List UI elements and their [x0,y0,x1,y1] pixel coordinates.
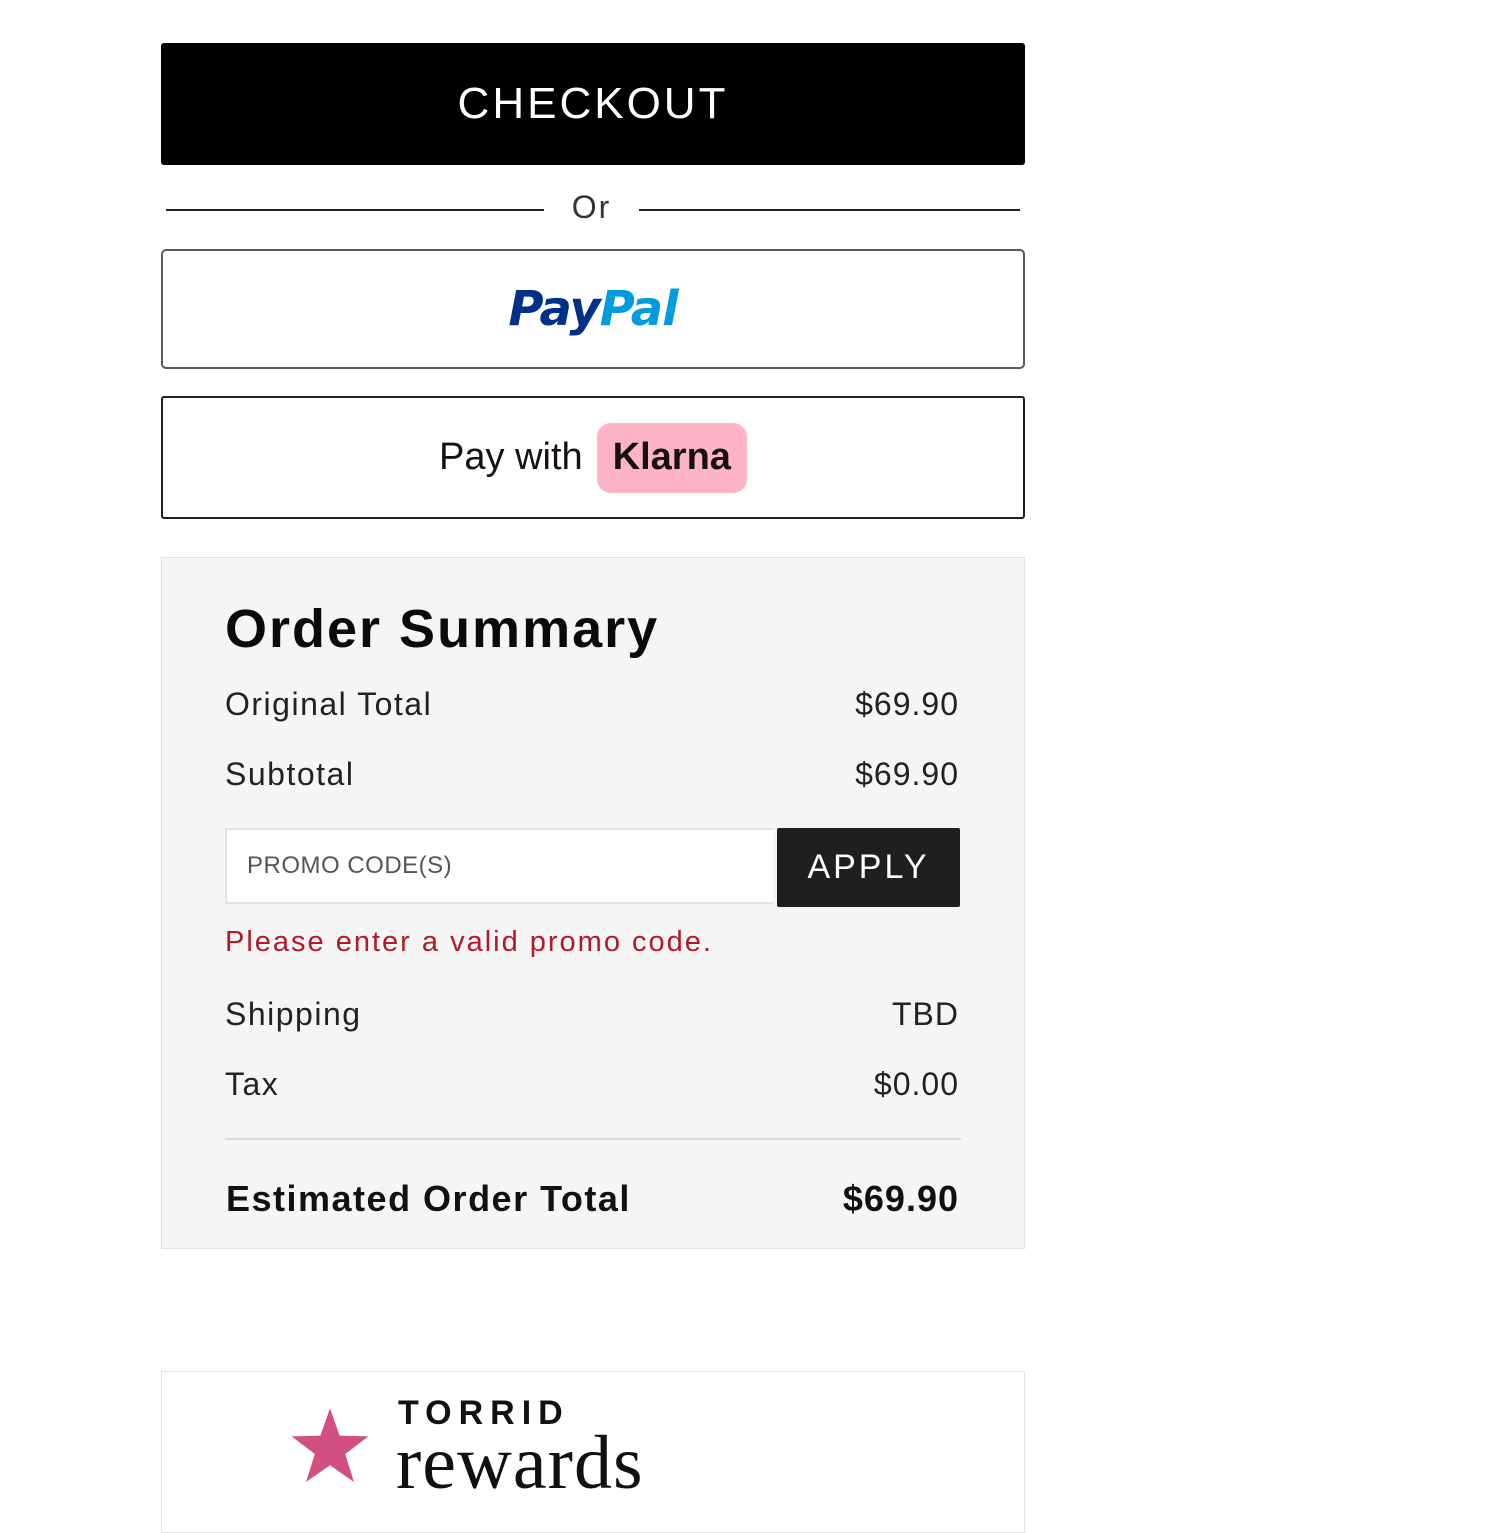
rewards-brand-rewards: rewards [396,1421,644,1505]
divider-line-left [166,209,544,211]
promo-error-message: Please enter a valid promo code. [225,926,713,958]
order-summary: Order Summary Original Total $69.90 Subt… [161,557,1025,1249]
klarna-prefix: Pay with [439,436,583,478]
apply-promo-button[interactable]: APPLY [777,828,960,907]
checkout-button-label: CHECKOUT [457,79,729,128]
paypal-logo-pal: Pal [599,281,679,337]
klarna-logo-text: Klarna [612,436,731,478]
shipping-label: Shipping [225,996,362,1032]
checkout-button[interactable]: CHECKOUT [161,43,1025,165]
original-total-value: $69.90 [855,686,959,722]
subtotal-label: Subtotal [225,756,355,792]
promo-code-input[interactable] [225,828,773,904]
star-icon [291,1408,369,1482]
subtotal-value: $69.90 [855,756,959,792]
tax-value: $0.00 [873,1066,959,1102]
divider-line-right [639,209,1020,211]
klarna-button[interactable]: Pay with Klarna [161,396,1025,519]
estimated-total-label: Estimated Order Total [226,1178,631,1219]
torrid-rewards-card: TORRID rewards [161,1371,1025,1533]
klarna-logo: Klarna [596,422,747,493]
paypal-logo: PayPal [508,281,679,337]
shipping-value: TBD [892,996,959,1032]
or-divider-label: Or [571,189,612,225]
apply-promo-button-label: APPLY [807,848,930,886]
estimated-total-value: $69.90 [842,1178,959,1219]
tax-label: Tax [225,1066,280,1102]
or-divider: Or [166,185,1020,233]
paypal-button[interactable]: PayPal [161,249,1025,369]
summary-divider [225,1138,961,1140]
paypal-logo-pay: Pay [508,281,600,337]
original-total-label: Original Total [225,686,433,722]
order-summary-title: Order Summary [225,599,660,659]
